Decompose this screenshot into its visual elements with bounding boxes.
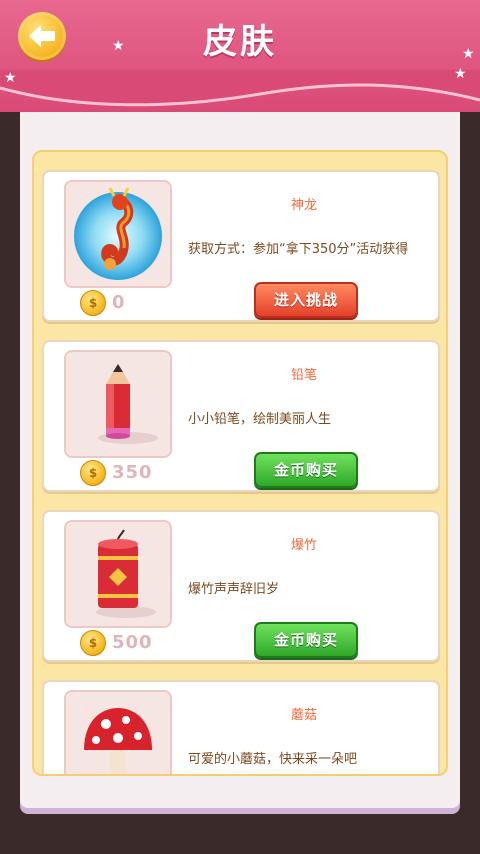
skin-name: 神龙 [290,198,317,213]
pencil-icon [98,364,158,444]
skin-name: 蘑菇 [290,708,317,723]
enter-challenge-button[interactable]: 进入挑战 [254,282,358,318]
skin-name: 铅笔 [290,368,317,383]
skin-thumb [64,520,172,628]
skin-card-pencil: $ 350 铅笔 小小铅笔，绘制美丽人生 金币购买 [42,340,440,492]
skin-card-mushroom: 蘑菇 可爱的小蘑菇，快来采一朵吧 [42,680,440,774]
coin-icon: $ [80,630,106,656]
firecracker-icon [96,529,156,618]
skin-thumb [64,180,172,288]
skin-price: 350 [112,462,153,483]
star-decoration: ★ [454,66,467,82]
coin-icon: $ [80,460,106,486]
skin-description: 小小铅笔，绘制美丽人生 [188,412,332,427]
dragon-icon [74,187,162,280]
skin-card-firecracker: $ 500 爆竹 爆竹声声辞旧岁 金币购买 [42,510,440,662]
star-decoration: ★ [4,70,17,86]
buy-with-coins-button[interactable]: 金币购买 [254,452,358,488]
page-title: 皮肤 [203,22,277,62]
header-wave [0,70,480,107]
skin-description: 爆竹声声辞旧岁 [188,582,280,597]
skin-thumb [64,690,172,774]
skin-card-dragon: $ 0 神龙 获取方式：参加“拿下350分”活动获得 进入挑战 [42,170,440,322]
skin-description: 可爱的小蘑菇，快来采一朵吧 [188,752,358,767]
skin-list[interactable]: $ 0 神龙 获取方式：参加“拿下350分”活动获得 进入挑战 $ 350 铅笔… [32,150,448,776]
star-decoration: ★ [462,46,475,62]
star-decoration: ★ [112,38,125,54]
skin-price: 500 [112,632,153,653]
skin-description: 获取方式：参加“拿下350分”活动获得 [188,242,409,257]
skin-price: 0 [112,292,126,313]
skin-name: 爆竹 [290,538,317,553]
buy-with-coins-button[interactable]: 金币购买 [254,622,358,658]
skin-thumb [64,350,172,458]
coin-icon: $ [80,290,106,316]
mushroom-icon [84,708,152,774]
